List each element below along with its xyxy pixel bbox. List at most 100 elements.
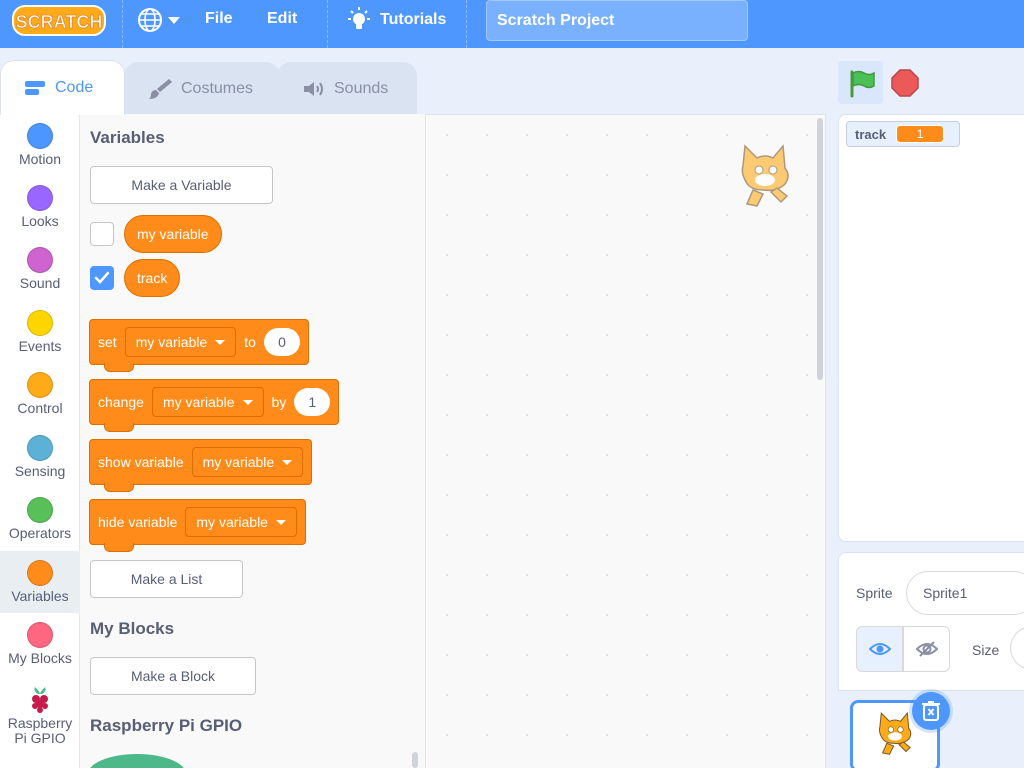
checkmark-icon (94, 271, 110, 284)
category-control-icon (27, 372, 53, 398)
globe-icon (138, 8, 180, 32)
category-motion-icon (27, 123, 53, 149)
tab-code-label: Code (55, 79, 94, 96)
category-sound-icon (27, 247, 53, 273)
set-variable-block[interactable]: set my variable to 0 (89, 319, 309, 372)
monitor-name: track (855, 126, 887, 142)
category-control[interactable]: Control (0, 363, 80, 425)
dropdown-value: my variable (135, 334, 208, 350)
make-variable-button[interactable]: Make a Variable (90, 166, 273, 204)
category-events-icon (27, 310, 53, 336)
menu-bar: SCRATCH File Edit Tutorials (0, 0, 1024, 48)
scratch-logo[interactable]: SCRATCH (12, 4, 106, 37)
category-events[interactable]: Events (0, 301, 80, 363)
tab-code[interactable]: Code (0, 60, 125, 115)
script-area-scrollbar[interactable] (817, 118, 823, 380)
my-blocks-section-title: My Blocks (90, 619, 175, 638)
menu-divider (327, 0, 328, 48)
sprite-label: Sprite (856, 585, 893, 601)
track-reporter[interactable]: track (124, 259, 181, 297)
category-operators-icon (27, 497, 53, 523)
stop-sign-icon (891, 69, 919, 97)
category-label: Control (17, 400, 63, 416)
category-sound[interactable]: Sound (0, 238, 80, 300)
category-variables[interactable]: Variables (0, 551, 80, 613)
category-raspberry-pi-gpio[interactable]: Raspberry Pi GPIO (0, 676, 80, 756)
file-menu[interactable]: File (205, 10, 233, 28)
category-variables-icon (27, 560, 53, 586)
tutorials-button[interactable]: Tutorials (346, 5, 446, 35)
tab-sounds[interactable]: Sounds (277, 62, 417, 114)
category-label: Looks (21, 213, 59, 229)
paintbrush-icon (149, 78, 172, 99)
category-sensing-icon (27, 435, 53, 461)
green-flag-icon (850, 70, 875, 97)
category-label: Variables (11, 588, 69, 604)
edit-menu[interactable]: Edit (267, 10, 297, 28)
dropdown-arrow-icon (215, 339, 226, 345)
language-menu[interactable] (137, 7, 181, 33)
category-label: Sound (19, 275, 61, 291)
category-looks-icon (27, 185, 53, 211)
delete-sprite-button[interactable] (912, 692, 950, 730)
block-label: show variable (98, 454, 184, 470)
gpio-section-title: Raspberry Pi GPIO (90, 716, 243, 735)
track-checkbox[interactable] (90, 266, 114, 290)
category-label: Raspberry Pi GPIO (7, 715, 73, 746)
menu-divider (122, 0, 123, 48)
sprite-watermark-icon (741, 144, 789, 207)
speaker-icon (304, 81, 323, 96)
block-label: by (271, 394, 287, 410)
category-looks[interactable]: Looks (0, 176, 80, 238)
show-sprite-button[interactable] (856, 626, 903, 672)
my-variable-checkbox[interactable] (90, 222, 114, 246)
dropdown-arrow-icon (275, 519, 286, 525)
change-variable-block[interactable]: change my variable by 1 (89, 379, 340, 432)
block-label: hide variable (98, 514, 178, 530)
gpio-hat-block[interactable] (88, 754, 186, 768)
category-menu: Motion Looks Sound Events Control Sensin… (0, 114, 80, 768)
make-block-button[interactable]: Make a Block (90, 657, 256, 695)
stage[interactable] (838, 114, 1024, 542)
block-label: change (98, 394, 144, 410)
size-label: Size (972, 642, 1000, 658)
stop-button[interactable] (888, 66, 922, 100)
category-operators[interactable]: Operators (0, 488, 80, 550)
show-variable-block[interactable]: show variable my variable (89, 439, 313, 492)
hide-variable-block[interactable]: hide variable my variable (89, 499, 306, 552)
block-label: set (98, 334, 117, 350)
category-label: Sensing (14, 463, 66, 479)
lightbulb-icon (348, 7, 370, 29)
tab-costumes[interactable]: Costumes (124, 62, 280, 114)
value-input[interactable]: 1 (294, 388, 331, 416)
variables-section-title: Variables (90, 128, 165, 147)
palette-scrollbar[interactable] (412, 752, 418, 768)
tab-sounds-label: Sounds (334, 79, 389, 97)
green-flag-button[interactable] (838, 61, 883, 104)
block-palette: Variables Make a Variable my variable tr… (80, 114, 426, 768)
eye-icon (868, 643, 891, 655)
script-area[interactable] (427, 115, 825, 768)
category-motion[interactable]: Motion (0, 114, 80, 176)
block-label: to (244, 334, 256, 350)
value-input[interactable]: 0 (263, 328, 300, 356)
project-title-input[interactable] (486, 0, 748, 41)
variable-dropdown[interactable]: my variable (124, 327, 237, 357)
dropdown-arrow-icon (242, 399, 253, 405)
trash-icon (922, 701, 940, 721)
variable-dropdown[interactable]: my variable (191, 447, 304, 477)
variable-monitor-track[interactable]: track 1 (846, 121, 960, 147)
raspberry-icon (32, 687, 48, 713)
my-variable-reporter[interactable]: my variable (124, 215, 222, 253)
variable-dropdown[interactable]: my variable (185, 507, 297, 537)
category-my-blocks[interactable]: My Blocks (0, 613, 80, 675)
dropdown-value: my variable (162, 394, 235, 410)
dropdown-value: my variable (202, 454, 275, 470)
variable-dropdown[interactable]: my variable (151, 387, 264, 417)
make-list-button[interactable]: Make a List (90, 560, 243, 598)
category-sensing[interactable]: Sensing (0, 426, 80, 488)
category-label: Motion (18, 151, 62, 167)
category-label: My Blocks (8, 650, 72, 666)
sprite-name-input[interactable] (906, 571, 1024, 615)
hide-sprite-button[interactable] (903, 626, 950, 672)
